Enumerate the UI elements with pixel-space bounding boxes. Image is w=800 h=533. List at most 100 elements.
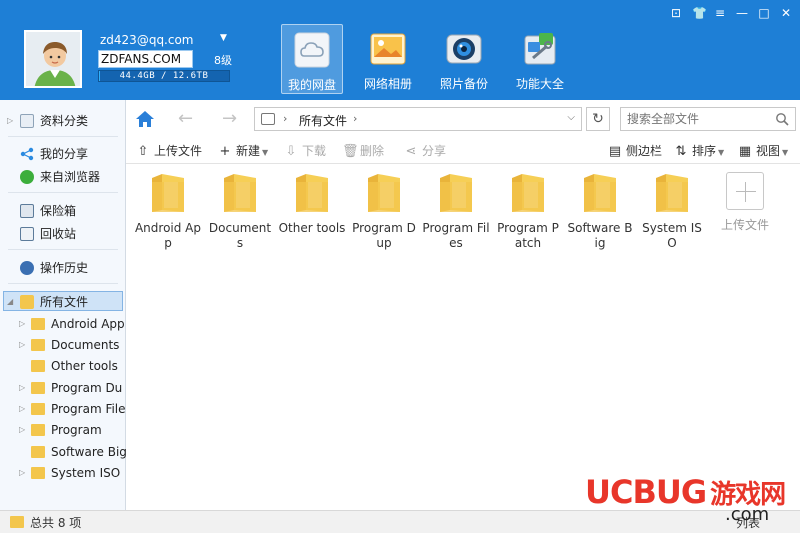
expand-arrow-icon[interactable]: ▷	[19, 378, 25, 398]
folder-icon	[440, 174, 472, 212]
expand-arrow-icon[interactable]: ▷	[19, 463, 25, 483]
expand-arrow-icon[interactable]: ▷	[19, 335, 25, 355]
account-email[interactable]: zd423@qq.com	[100, 33, 194, 47]
sidebar-folder-item[interactable]: ▷ Program File	[0, 399, 126, 419]
menu-icon[interactable]: ≡	[714, 6, 726, 20]
sidebar-folder-item[interactable]: Other tools	[0, 356, 126, 376]
sidebar-item-categories[interactable]: ▷ 资料分类	[0, 111, 126, 131]
browser-icon	[20, 170, 34, 184]
sidebar-folder-item[interactable]: Software Big	[0, 442, 126, 462]
file-item[interactable]: Program Files	[422, 170, 490, 251]
storage-quota-text: 44.4GB / 12.6TB	[119, 71, 209, 81]
home-icon[interactable]	[134, 108, 156, 130]
file-name: Program Files	[422, 221, 490, 250]
tab-toolbox-label: 功能大全	[515, 77, 564, 91]
breadcrumb-separator-icon: ›	[353, 112, 358, 125]
file-name: Program Dup	[352, 221, 416, 250]
chevron-down-icon[interactable]: ⌵	[567, 112, 575, 123]
upload-button[interactable]: ⇧ 上传文件	[136, 141, 202, 161]
sidebar-item-recycle-bin[interactable]: 回收站	[0, 224, 126, 244]
sidebar-folder-label: Software Big	[51, 445, 126, 459]
close-icon[interactable]: ✕	[780, 6, 792, 20]
plus-icon: +	[219, 144, 231, 159]
display-name-field[interactable]: ZDFANS.COM	[98, 50, 193, 68]
avatar[interactable]	[24, 30, 82, 88]
tab-my-disk[interactable]: 我的网盘	[281, 24, 343, 94]
sidebar-folder-label: Android App	[51, 317, 125, 331]
watermark-domain: .com	[725, 504, 770, 525]
file-item[interactable]: Software Big	[566, 170, 634, 251]
expand-arrow-icon[interactable]: ▷	[19, 399, 25, 419]
sidebar-folder-item[interactable]: ▷ Program	[0, 420, 126, 440]
file-item[interactable]: Android App	[134, 170, 202, 251]
sidebar-item-safe[interactable]: 保险箱	[0, 201, 126, 221]
file-item[interactable]: Program Dup	[350, 170, 418, 251]
sidebar-divider	[8, 283, 118, 284]
folder-icon	[656, 174, 688, 212]
document-icon	[20, 114, 34, 128]
sort-button[interactable]: ⇅ 排序 ▼	[674, 141, 725, 161]
user-level-badge: 8级	[214, 54, 232, 67]
sidebar: ▷ 资料分类 我的分享 来自浏览器 保险箱 回收站 操作历史 ◢ 所有文件 ▷ A…	[0, 100, 126, 510]
view-button[interactable]: ▦ 视图 ▼	[738, 141, 788, 161]
skin-icon[interactable]: 👕	[692, 6, 707, 20]
sidebar-folder-item[interactable]: ▷ Program Du	[0, 378, 126, 398]
sidebar-folder-label: Program	[51, 423, 102, 437]
sidebar-folder-label: Other tools	[51, 359, 118, 373]
sidebar-item-my-share[interactable]: 我的分享	[0, 144, 126, 164]
action-toolbar: ⇧ 上传文件 + 新建 ▼ ⇩ 下载 🗑删除 ⋖ 分享 ▤ 侧边栏 ⇅ 排序 ▼ ▦ 视图 ▼	[126, 138, 800, 164]
sidebar-item-from-browser[interactable]: 来自浏览器	[0, 167, 126, 187]
folder-icon	[512, 174, 544, 212]
tab-photo-backup[interactable]: 照片备份	[433, 24, 495, 94]
new-button[interactable]: + 新建 ▼	[218, 141, 269, 161]
minimize-icon[interactable]: —	[736, 6, 748, 20]
storage-quota-bar: 44.4GB / 12.6TB	[98, 70, 230, 82]
expand-arrow-icon[interactable]: ▷	[19, 314, 25, 334]
collapse-arrow-icon[interactable]: ◢	[7, 292, 13, 312]
address-bar: ← → › 所有文件 › ⌵ ↻	[126, 100, 800, 138]
sidebar-item-history[interactable]: 操作历史	[0, 258, 126, 278]
expand-arrow-icon[interactable]: ▷	[7, 111, 13, 131]
sidebar-folder-item[interactable]: ▷ Documents	[0, 335, 126, 355]
sidebar-item-label: 我的分享	[40, 147, 89, 161]
sidebar-folder-label: System ISO	[51, 466, 121, 480]
file-item[interactable]: System ISO	[638, 170, 706, 251]
sidebar-folder-item[interactable]: ▷ Android App	[0, 314, 126, 334]
search-input[interactable]	[621, 108, 771, 130]
expand-arrow-icon[interactable]: ▷	[19, 420, 25, 440]
download-button[interactable]: ⇩ 下载	[284, 141, 326, 161]
breadcrumb-current[interactable]: 所有文件	[299, 112, 347, 129]
sidebar-panel-icon: ▤	[608, 144, 622, 159]
sidebar-folder-label: Documents	[51, 338, 120, 352]
share-button[interactable]: ⋖ 分享	[404, 141, 446, 161]
tab-toolbox[interactable]: 功能大全	[509, 24, 571, 94]
search-icon[interactable]	[775, 112, 789, 126]
tab-my-disk-label: 我的网盘	[287, 78, 336, 92]
window-controls: ⊡ 👕 ≡ — □ ✕	[670, 6, 792, 20]
tab-photo-backup-label: 照片备份	[439, 77, 488, 91]
file-item[interactable]: Other tools	[278, 170, 346, 236]
sidebar-folder-item[interactable]: ▷ System ISO	[0, 463, 126, 483]
upload-tile[interactable]: 上传文件	[710, 172, 780, 233]
account-dropdown-icon[interactable]: ▼	[220, 33, 227, 43]
back-arrow-icon[interactable]: ←	[178, 108, 193, 130]
breadcrumb[interactable]: › 所有文件 › ⌵	[254, 107, 582, 131]
sidebar-item-all-files[interactable]: ◢ 所有文件	[3, 291, 123, 311]
header-bar: ⊡ 👕 ≡ — □ ✕ zd423@qq.com ▼ ZDFANS.COM 8级…	[0, 0, 800, 100]
tab-photo-album[interactable]: 网络相册	[357, 24, 419, 94]
file-grid: Android App Documents Other tools Progra…	[126, 164, 800, 510]
site-watermark: UCBUG 游戏网 .com	[585, 473, 786, 525]
folder-icon	[152, 174, 184, 212]
forward-arrow-icon[interactable]: →	[222, 108, 237, 130]
cloud-icon	[294, 32, 330, 68]
maximize-icon[interactable]: □	[758, 6, 770, 20]
sidebar-toggle-button[interactable]: ▤ 侧边栏	[608, 141, 662, 161]
watermark-brand-a: UC	[585, 473, 633, 511]
delete-button[interactable]: 🗑删除	[342, 141, 384, 161]
file-item[interactable]: Program Patch	[494, 170, 562, 251]
plus-icon	[726, 172, 764, 210]
refresh-button[interactable]: ↻	[586, 107, 610, 131]
feedback-icon[interactable]: ⊡	[670, 6, 682, 20]
folder-icon	[31, 467, 45, 479]
file-item[interactable]: Documents	[206, 170, 274, 251]
